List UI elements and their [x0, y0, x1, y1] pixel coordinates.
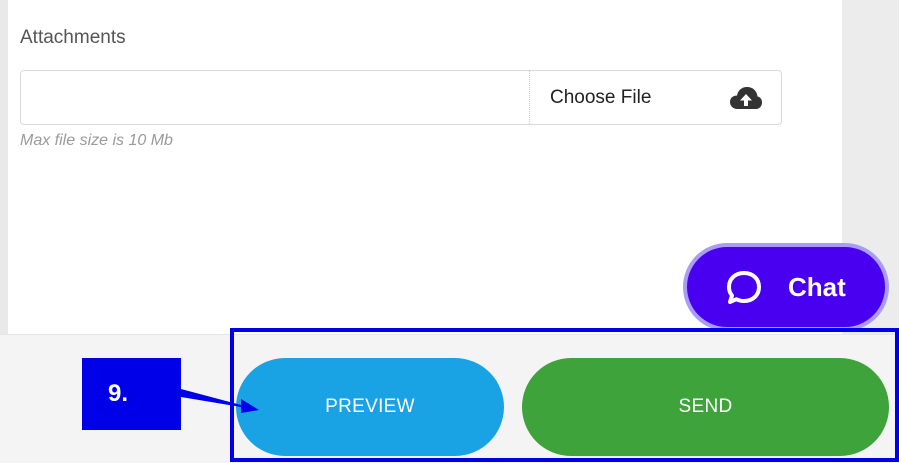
file-size-hint: Max file size is 10 Mb	[20, 132, 173, 149]
step-number: 9.	[108, 380, 129, 407]
chat-bubble-icon	[725, 269, 763, 312]
chat-label: Chat	[788, 272, 846, 302]
choose-file-button[interactable]: Choose File	[530, 71, 781, 124]
choose-file-label: Choose File	[550, 87, 652, 108]
preview-button-label: PREVIEW	[325, 396, 415, 417]
attachments-label: Attachments	[20, 27, 126, 48]
cloud-upload-icon	[729, 86, 763, 115]
send-button[interactable]: SEND	[522, 358, 889, 456]
step-arrow	[181, 385, 261, 430]
file-name-input[interactable]	[21, 71, 533, 126]
chat-button[interactable]: Chat	[683, 243, 889, 331]
file-upload-field: Choose File	[20, 70, 782, 126]
step-label-box: 9.	[82, 358, 181, 430]
send-button-label: SEND	[678, 396, 733, 417]
preview-button[interactable]: PREVIEW	[236, 358, 504, 456]
